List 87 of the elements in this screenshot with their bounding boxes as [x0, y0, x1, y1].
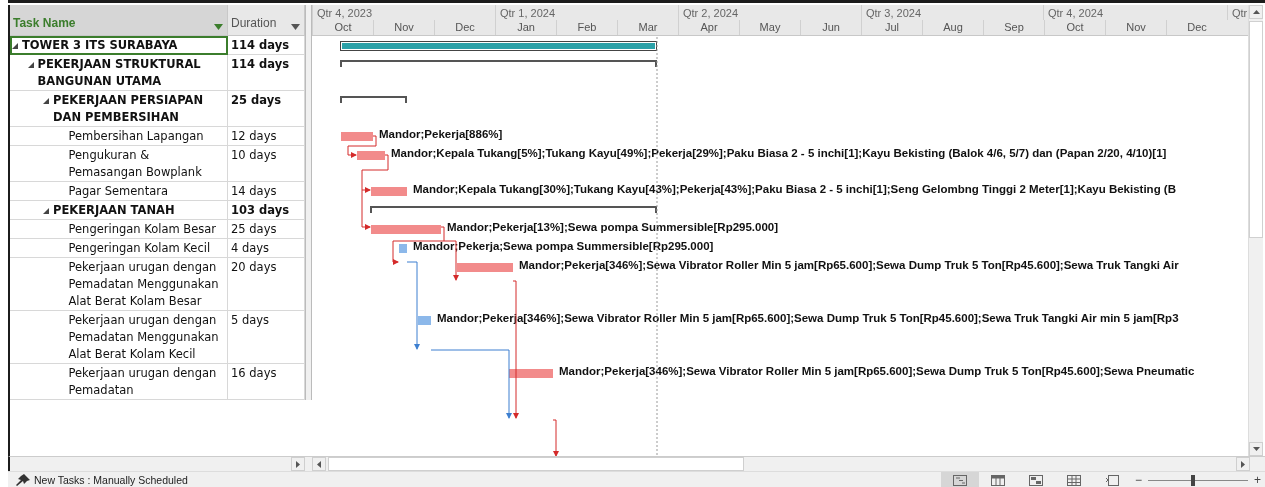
task-name-cell[interactable]: Pekerjaan urugan dengan Pemadatan [10, 364, 228, 400]
resource-label: Mandor;Pekerja;Sewa pompa Summersible[Rp295.000] [413, 239, 714, 254]
resource-label: Mandor;Kepala Tukang[30%];Tukang Kayu[43%];Pekerja[43%];Paku Biasa 2 - 5 inchi[1];Seng Gelombng Tinggi 2 Meter[1];Kayu Bekisting (B [413, 182, 1176, 197]
quarter-label: Qtr 2, 2024 [678, 5, 861, 20]
month-label: Dec [1166, 20, 1227, 35]
month-label: Dec [434, 20, 495, 35]
duration-cell: 16 days [228, 364, 305, 400]
summary-bar[interactable] [340, 96, 407, 103]
resource-label: Mandor;Pekerja[346%];Sewa Vibrator Roller Min 5 jam[Rp65.600];Sewa Dump Truk 5 Ton[Rp45.600];Sewa Truk Tangki Air [519, 258, 1179, 273]
month-label: Sep [983, 20, 1044, 35]
duration-cell: 14 days [228, 182, 305, 201]
summary-bar[interactable] [370, 206, 657, 213]
duration-cell: 25 days [228, 220, 305, 239]
month-label: Oct [312, 20, 373, 35]
task-name-cell[interactable]: Pengeringan Kolam Besar [10, 220, 228, 239]
planner-view-icon [1028, 474, 1043, 486]
month-label: Jul [861, 20, 922, 35]
task-name-cell[interactable]: Pekerjaan urugan dengan Pemadatan Menggunakan Alat Berat Kolam Besar [10, 258, 228, 311]
month-label: Jun [800, 20, 861, 35]
task-name-cell[interactable]: TOWER 3 ITS SURABAYA [10, 36, 228, 55]
resource-label: Mandor;Kepala Tukang[5%];Tukang Kayu[49%];Pekerja[29%];Paku Biasa 2 - 5 inchi[1];Kayu Bekisting (Balok 4/6, 5/7) dan (Papan 2/20, 4/10)[1] [391, 146, 1167, 161]
scroll-up-button[interactable] [1249, 5, 1263, 19]
month-label: May [739, 20, 800, 35]
dropdown-caret-icon [291, 24, 300, 30]
left-arrow-icon [317, 460, 321, 468]
resource-label: Mandor;Pekerja[346%];Sewa Vibrator Roller Min 5 jam[Rp65.600];Sewa Dump Truk 5 Ton[Rp45.600];Sewa Truk Tangki Air min 5 jam[Rp3 [437, 311, 1179, 326]
collapse-triangle-icon[interactable] [43, 207, 49, 214]
task-name-cell[interactable]: PEKERJAAN STRUKTURAL BANGUNAN UTAMA [10, 55, 228, 91]
pin-icon [16, 474, 30, 486]
scroll-down-button[interactable] [1249, 442, 1263, 456]
summary-bar[interactable] [340, 60, 657, 67]
month-label: Nov [1105, 20, 1166, 35]
task-name-cell[interactable]: Pagar Sementara [10, 182, 228, 201]
quarter-label: Qtr 4, 2024 [1043, 5, 1227, 20]
table-view-icon [1066, 474, 1081, 486]
month-label: Mar [617, 20, 678, 35]
grid-view-icon [990, 474, 1005, 486]
new-tasks-status[interactable]: New Tasks : Manually Scheduled [34, 474, 188, 486]
duration-cell: 114 days [228, 55, 305, 91]
up-arrow-icon [1252, 10, 1260, 14]
duration-cell: 20 days [228, 258, 305, 311]
task-name-cell[interactable]: Pengeringan Kolam Kecil [10, 239, 228, 258]
month-label: Nov [373, 20, 434, 35]
collapse-triangle-icon[interactable] [43, 97, 49, 104]
gantt-view-icon [952, 474, 967, 486]
zoom-out-button[interactable]: − [1130, 473, 1146, 487]
task-name-cell[interactable]: Pembersihan Lapangan [10, 127, 228, 146]
resource-label: Mandor;Pekerja[346%];Sewa Vibrator Roller Min 5 jam[Rp65.600];Sewa Dump Truk 5 Ton[Rp45.600];Sewa Pneumatic [559, 364, 1195, 379]
month-label: Oct [1044, 20, 1105, 35]
month-label: Aug [922, 20, 983, 35]
duration-cell: 5 days [228, 311, 305, 364]
resource-label: Mandor;Pekerja[13%];Sewa pompa Summersible[Rp295.000] [447, 220, 779, 235]
scrollbar-thumb[interactable] [1249, 21, 1263, 238]
zoom-slider-thumb[interactable] [1191, 474, 1195, 486]
scrollbar-thumb[interactable] [328, 457, 744, 471]
duration-cell: 25 days [228, 91, 305, 127]
collapse-triangle-icon[interactable] [27, 61, 34, 68]
quarter-label: Qtr 3, 2024 [861, 5, 1043, 20]
dropdown-caret-icon [214, 24, 223, 30]
view-button[interactable] [940, 472, 979, 487]
dependency-arrow [552, 419, 559, 456]
month-label: Feb [556, 20, 617, 35]
down-arrow-icon [1252, 447, 1260, 451]
timeline-view-icon [1104, 474, 1119, 486]
duration-cell: 10 days [228, 146, 305, 182]
scroll-left-button[interactable] [312, 457, 326, 471]
quarter-label: Qtr 1, 2024 [495, 5, 678, 20]
duration-header[interactable]: Duration [228, 5, 305, 36]
duration-cell: 12 days [228, 127, 305, 146]
duration-cell: 4 days [228, 239, 305, 258]
duration-cell: 114 days [228, 36, 305, 55]
task-name-cell[interactable]: Pekerjaan urugan dengan Pemadatan Menggunakan Alat Berat Kolam Kecil [10, 311, 228, 364]
task-name-cell[interactable]: Pengukuran & Pemasangan Bowplank [10, 146, 228, 182]
scroll-right-button[interactable] [291, 457, 305, 471]
project-summary-bar[interactable] [340, 41, 657, 51]
task-name-cell[interactable]: PEKERJAAN TANAH [10, 201, 228, 220]
right-arrow-icon [1241, 460, 1245, 468]
right-arrow-icon [296, 460, 300, 468]
resource-label: Mandor;Pekerja[886%] [379, 127, 503, 142]
scroll-right-button[interactable] [1236, 457, 1250, 471]
month-label: Apr [678, 20, 739, 35]
month-label: Jan [495, 20, 556, 35]
quarter-label: Qtr 4, 2023 [312, 5, 495, 20]
duration-cell: 103 days [228, 201, 305, 220]
collapse-triangle-icon[interactable] [12, 42, 18, 49]
task-name-cell[interactable]: PEKERJAAN PERSIAPAN DAN PEMBERSIHAN [10, 91, 228, 127]
zoom-in-button[interactable]: + [1250, 473, 1265, 487]
